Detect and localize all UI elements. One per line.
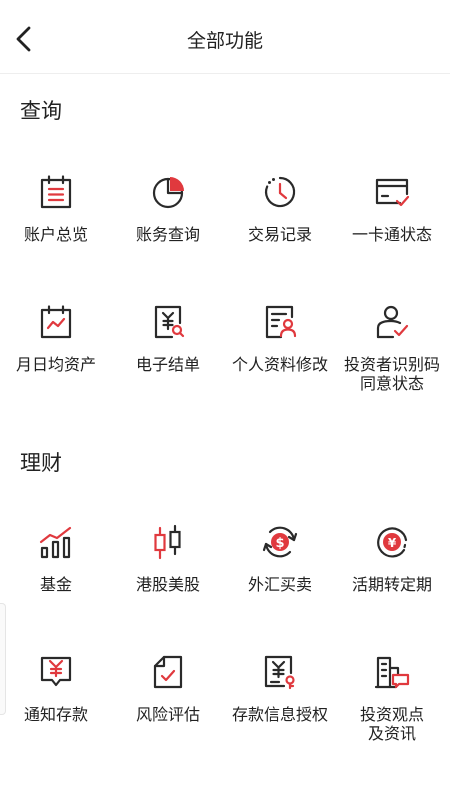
buildings-chat-icon <box>372 652 412 692</box>
account-query-button[interactable]: 账务查询 <box>112 172 224 244</box>
user-check-icon <box>372 302 412 342</box>
deposit-info-authorization-button[interactable]: 存款信息授权 <box>224 652 336 724</box>
yen-document-lock-icon <box>260 652 300 692</box>
calendar-list-icon <box>36 172 76 212</box>
risk-assessment-button[interactable]: 风险评估 <box>112 652 224 724</box>
item-label: 电子结单 <box>135 355 200 374</box>
item-label: 账户总览 <box>23 225 88 244</box>
item-label: 通知存款 <box>23 705 88 724</box>
e-statement-button[interactable]: 电子结单 <box>112 302 224 374</box>
account-overview-button[interactable]: 账户总览 <box>0 172 112 244</box>
forex-trading-button[interactable]: $ 外汇买卖 <box>224 522 336 594</box>
item-label: 账务查询 <box>135 225 200 244</box>
card-status-button[interactable]: 一卡通状态 <box>336 172 448 244</box>
top-bar: 全部功能 <box>0 0 450 74</box>
svg-text:¥: ¥ <box>388 536 397 550</box>
item-label: 外汇买卖 <box>247 575 312 594</box>
item-label: 投资者识别码 同意状态 <box>343 355 440 393</box>
history-clock-icon <box>260 172 300 212</box>
item-label: 风险评估 <box>135 705 200 724</box>
investment-insights-button[interactable]: 投资观点 及资讯 <box>336 652 448 743</box>
pie-chart-icon <box>148 172 188 212</box>
notice-deposit-button[interactable]: 通知存款 <box>0 652 112 724</box>
transaction-record-button[interactable]: 交易记录 <box>224 172 336 244</box>
personal-info-edit-button[interactable]: 个人资料修改 <box>224 302 336 374</box>
fund-bar-chart-icon <box>36 522 76 562</box>
yen-statement-search-icon <box>148 302 188 342</box>
yen-circle-icon: ¥ <box>372 522 412 562</box>
fund-button[interactable]: 基金 <box>0 522 112 594</box>
profile-edit-icon <box>260 302 300 342</box>
candlestick-icon <box>148 522 188 562</box>
item-label: 存款信息授权 <box>231 705 328 724</box>
svg-text:$: $ <box>275 536 284 551</box>
investor-id-consent-button[interactable]: 投资者识别码 同意状态 <box>336 302 448 393</box>
item-label: 基金 <box>39 575 72 594</box>
item-label: 活期转定期 <box>351 575 432 594</box>
item-label: 月日均资产 <box>15 355 96 374</box>
demand-to-fixed-button[interactable]: ¥ 活期转定期 <box>336 522 448 594</box>
section-title-query: 查询 <box>20 99 62 123</box>
section-title-wealth: 理财 <box>20 451 62 475</box>
side-drawer-handle[interactable] <box>0 603 6 715</box>
dollar-exchange-icon: $ <box>260 522 300 562</box>
calendar-trend-icon <box>36 302 76 342</box>
hk-us-stocks-button[interactable]: 港股美股 <box>112 522 224 594</box>
item-label: 一卡通状态 <box>351 225 432 244</box>
item-label: 交易记录 <box>247 225 312 244</box>
document-check-icon <box>148 652 188 692</box>
page-title: 全部功能 <box>186 30 263 52</box>
item-label: 港股美股 <box>135 575 200 594</box>
item-label: 投资观点 及资讯 <box>359 705 424 743</box>
yen-notice-icon <box>36 652 76 692</box>
item-label: 个人资料修改 <box>231 355 328 374</box>
card-check-icon <box>372 172 412 212</box>
monthly-avg-assets-button[interactable]: 月日均资产 <box>0 302 112 374</box>
